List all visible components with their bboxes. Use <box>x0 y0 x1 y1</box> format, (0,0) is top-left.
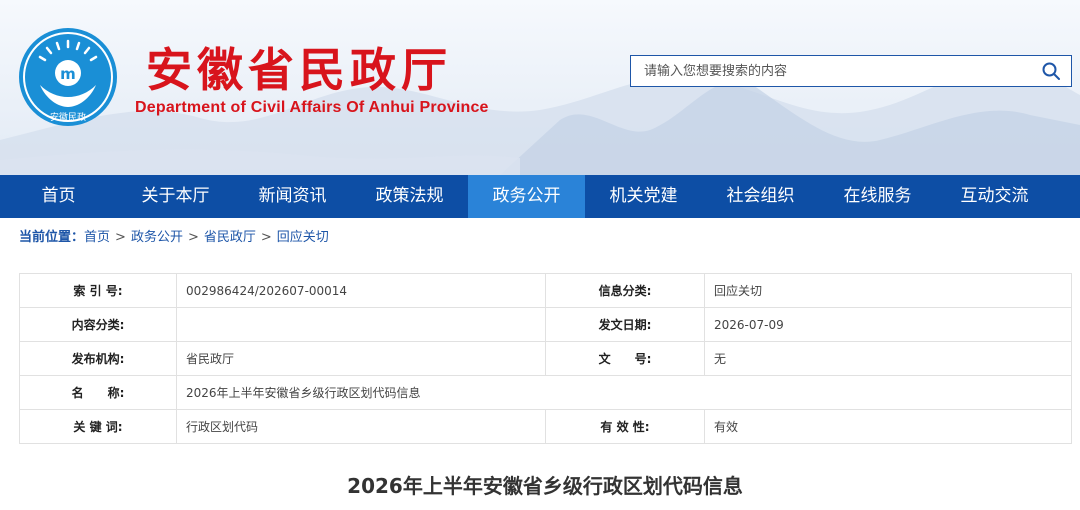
nav-item-about[interactable]: 关于本厅 <box>117 175 234 218</box>
publisher-label: 发布机构: <box>19 341 177 376</box>
svg-text:安徽民政: 安徽民政 <box>50 111 86 123</box>
validity-value: 有效 <box>704 409 1072 444</box>
nav-item-party-building[interactable]: 机关党建 <box>585 175 702 218</box>
breadcrumb: 当前位置：首页 > 政务公开 > 省民政厅 > 回应关切 <box>19 229 329 247</box>
breadcrumb-government-affairs[interactable]: 政务公开 <box>131 230 183 245</box>
publish-date-value: 2026-07-09 <box>704 307 1072 342</box>
breadcrumb-current[interactable]: 回应关切 <box>277 230 329 245</box>
emblem-logo: m 安徽民政 <box>19 28 117 126</box>
site-title: 安徽省民政厅 <box>146 43 452 97</box>
breadcrumb-separator: > <box>187 230 199 245</box>
name-value: 2026年上半年安徽省乡级行政区划代码信息 <box>176 375 1072 410</box>
validity-label: 有 效 性: <box>545 409 705 444</box>
main-nav: 首页 关于本厅 新闻资讯 政策法规 政务公开 机关党建 社会组织 在线服务 互动… <box>0 175 1080 218</box>
search-input[interactable] <box>631 56 1031 86</box>
table-row: 索 引 号: 002986424/202607-00014 信息分类: 回应关切 <box>19 273 1072 308</box>
breadcrumb-home[interactable]: 首页 <box>84 230 110 245</box>
table-row: 内容分类: 发文日期: 2026-07-09 <box>19 307 1072 342</box>
document-number-value: 无 <box>704 341 1072 376</box>
breadcrumb-separator: > <box>115 230 126 245</box>
index-value: 002986424/202607-00014 <box>176 273 546 308</box>
publisher-value: 省民政厅 <box>176 341 546 376</box>
category-label: 信息分类: <box>545 273 705 308</box>
content-category-value <box>176 307 546 342</box>
table-row: 名 称: 2026年上半年安徽省乡级行政区划代码信息 <box>19 375 1072 410</box>
nav-item-social-organizations[interactable]: 社会组织 <box>702 175 819 218</box>
content-category-label: 内容分类: <box>19 307 177 342</box>
nav-item-government-affairs[interactable]: 政务公开 <box>468 175 585 218</box>
document-title: 2026年上半年安徽省乡级行政区划代码信息 <box>347 474 743 498</box>
keywords-value: 行政区划代码 <box>176 409 546 444</box>
site-subtitle: Department of Civil Affairs Of Anhui Pro… <box>135 99 489 116</box>
name-label: 名 称: <box>19 375 177 410</box>
category-value: 回应关切 <box>704 273 1072 308</box>
nav-item-interaction[interactable]: 互动交流 <box>936 175 1053 218</box>
search-icon[interactable] <box>1041 61 1061 81</box>
breadcrumb-lead: 当前位置： <box>19 230 85 245</box>
breadcrumb-department[interactable]: 省民政厅 <box>204 230 256 245</box>
keywords-label: 关 键 词: <box>19 409 177 444</box>
nav-item-online-services[interactable]: 在线服务 <box>819 175 936 218</box>
svg-text:m: m <box>60 65 76 83</box>
document-number-label: 文 号: <box>545 341 705 376</box>
breadcrumb-separator: > <box>260 230 272 245</box>
table-row: 发布机构: 省民政厅 文 号: 无 <box>19 341 1072 376</box>
table-row: 关 键 词: 行政区划代码 有 效 性: 有效 <box>19 409 1072 444</box>
nav-item-policy[interactable]: 政策法规 <box>351 175 468 218</box>
index-label: 索 引 号: <box>19 273 177 308</box>
search-box <box>630 55 1072 87</box>
document-info-table: 索 引 号: 002986424/202607-00014 信息分类: 回应关切… <box>19 273 1072 444</box>
site-header: m 安徽民政 安徽省民政厅 Department of Civil Affair… <box>0 0 1080 175</box>
nav-item-news[interactable]: 新闻资讯 <box>234 175 351 218</box>
publish-date-label: 发文日期: <box>545 307 705 342</box>
nav-item-home[interactable]: 首页 <box>0 175 117 218</box>
